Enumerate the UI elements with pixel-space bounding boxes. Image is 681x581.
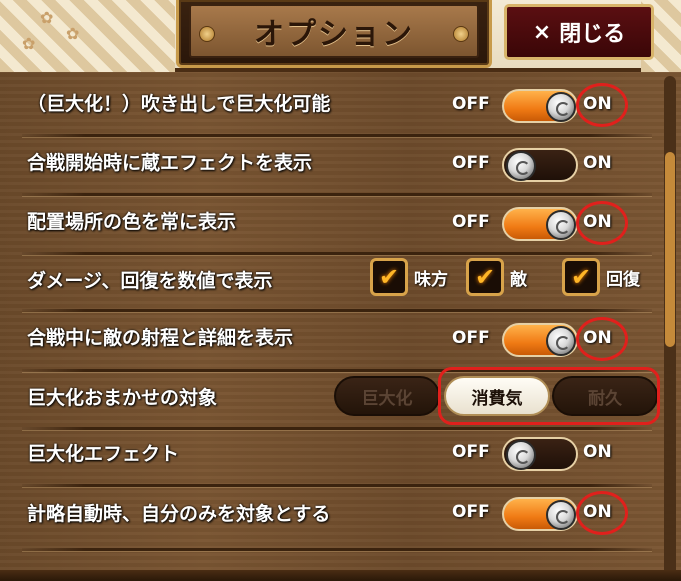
option-label: 計略自動時、自分のみを対象とする [27, 503, 331, 525]
toggle-off-label: OFF [452, 442, 490, 462]
panel-frame-bottom [0, 570, 681, 581]
close-button-label: 閉じる [559, 22, 626, 47]
toggle-track[interactable] [502, 323, 578, 357]
option-label: 巨大化おまかせの対象 [27, 387, 218, 409]
toggle-knob-icon[interactable] [506, 440, 536, 470]
highlight-circle [576, 317, 628, 361]
toggle-off-label: OFF [452, 212, 490, 232]
option-label: 合戦開始時に蔵エフェクトを表示 [27, 152, 313, 174]
header-decoration-left: ✿ ✿ ✿ [0, 0, 175, 72]
header-bar: ✿ ✿ ✿ オプション × 閉じる [0, 0, 681, 72]
toggle-switch[interactable]: OFF ON [452, 83, 628, 127]
blossom-icon: ✿ [66, 24, 80, 43]
checkbox-enemy[interactable]: ✔ 敵 [466, 258, 527, 296]
checkbox-heal[interactable]: ✔ 回復 [562, 258, 640, 296]
title-plate: オプション [176, 0, 492, 68]
option-row-enemy-range: 合戦中に敵の射程と詳細を表示 OFF ON [0, 311, 681, 369]
close-icon: × [532, 19, 552, 45]
checkmark-icon[interactable]: ✔ [466, 258, 504, 296]
checkbox-label: 味方 [414, 269, 448, 290]
toggle-track[interactable] [502, 207, 578, 241]
page-title: オプション [254, 17, 414, 52]
highlight-circle [576, 83, 628, 127]
option-row-auto-enlarge-target: 巨大化おまかせの対象 巨大化 消費気 耐久 [0, 367, 681, 427]
checkmark-icon[interactable]: ✔ [370, 258, 408, 296]
scrollbar[interactable] [664, 76, 676, 581]
toggle-knob-icon[interactable] [546, 210, 576, 240]
toggle-track[interactable] [502, 497, 578, 531]
toggle-knob-icon[interactable] [506, 151, 536, 181]
option-row-storehouse-effect: 合戦開始時に蔵エフェクトを表示 OFF ON [0, 136, 681, 194]
option-row-enlarge-bubble: （巨大化！）吹き出しで巨大化可能 OFF ON [0, 77, 681, 135]
checkbox-label: 回復 [606, 269, 640, 290]
ornament-icon [199, 26, 215, 42]
option-row-enlarge-effect: 巨大化エフェクト OFF ON [0, 429, 681, 487]
checkmark-icon[interactable]: ✔ [562, 258, 600, 296]
row-divider [22, 548, 652, 551]
highlight-circle [576, 201, 628, 245]
toggle-switch[interactable]: OFF ON [452, 144, 622, 184]
close-button[interactable]: × 閉じる [504, 4, 654, 60]
toggle-switch[interactable]: OFF ON [452, 317, 628, 361]
toggle-track[interactable] [502, 89, 578, 123]
toggle-track[interactable] [502, 148, 578, 182]
toggle-on-label: ON [583, 442, 612, 462]
scrollbar-thumb[interactable] [665, 152, 675, 347]
checkbox-label: 敵 [510, 269, 527, 290]
option-label: （巨大化！）吹き出しで巨大化可能 [27, 93, 331, 115]
toggle-off-label: OFF [452, 502, 490, 522]
option-label: ダメージ、回復を数値で表示 [27, 270, 273, 292]
toggle-track[interactable] [502, 437, 578, 471]
segment-enlarge[interactable]: 巨大化 [334, 376, 440, 416]
toggle-knob-icon[interactable] [546, 500, 576, 530]
option-row-damage-numbers: ダメージ、回復を数値で表示 ✔ 味方 ✔ 敵 ✔ 回復 [0, 254, 681, 312]
toggle-off-label: OFF [452, 153, 490, 173]
toggle-knob-icon[interactable] [546, 92, 576, 122]
toggle-switch[interactable]: OFF ON [452, 201, 628, 245]
ornament-icon [453, 26, 469, 42]
title-panel: オプション [189, 4, 479, 58]
toggle-switch[interactable]: OFF ON [452, 433, 622, 473]
highlight-circle [576, 491, 628, 535]
option-label: 巨大化エフェクト [27, 443, 180, 465]
blossom-icon: ✿ [22, 34, 36, 53]
option-label: 合戦中に敵の射程と詳細を表示 [27, 327, 294, 349]
checkbox-ally[interactable]: ✔ 味方 [370, 258, 448, 296]
toggle-on-label: ON [583, 153, 612, 173]
blossom-icon: ✿ [40, 8, 54, 27]
toggle-off-label: OFF [452, 328, 490, 348]
option-row-strategy-self-only: 計略自動時、自分のみを対象とする OFF ON [0, 487, 681, 545]
toggle-switch[interactable]: OFF ON [452, 491, 628, 535]
highlight-box [438, 367, 660, 425]
option-row-placement-color: 配置場所の色を常に表示 OFF ON [0, 195, 681, 253]
toggle-knob-icon[interactable] [546, 326, 576, 356]
toggle-off-label: OFF [452, 94, 490, 114]
option-label: 配置場所の色を常に表示 [27, 211, 237, 233]
